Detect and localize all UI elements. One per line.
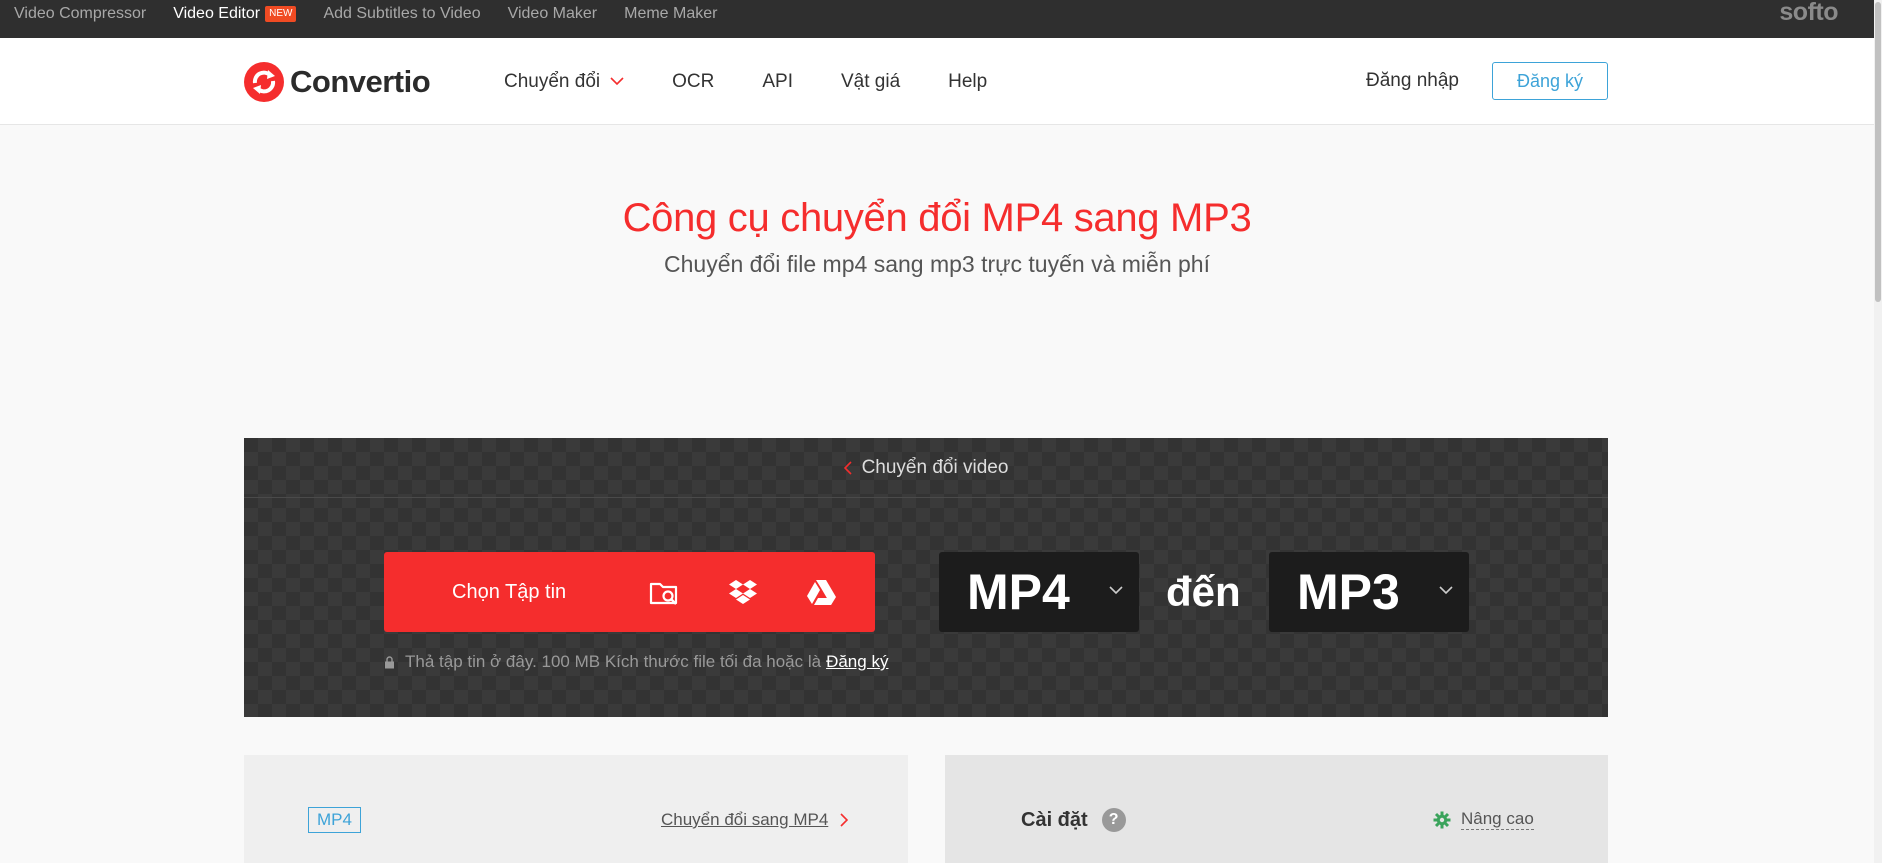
convertio-logo[interactable]: Convertio	[244, 62, 431, 102]
scrollbar-thumb[interactable]	[1875, 2, 1881, 302]
softo-topbar: Video Compressor Video Editor NEW Add Sub…	[0, 0, 1882, 38]
from-format-select[interactable]: MP4	[939, 552, 1139, 632]
choose-files-label: Chọn Tập tin	[452, 580, 567, 603]
chevron-right-icon	[840, 813, 849, 827]
chevron-down-icon	[1109, 586, 1123, 595]
nav-item-convert[interactable]: Chuyển đổi	[504, 71, 624, 93]
to-word: đến	[1166, 568, 1241, 615]
to-format-select[interactable]: MP3	[1269, 552, 1469, 632]
settings-title: Cài đặt ?	[1021, 808, 1126, 832]
topbar-link-video-compressor[interactable]: Video Compressor	[14, 5, 146, 23]
advanced-settings-link[interactable]: Nâng cao	[1433, 809, 1534, 830]
logo-text: Convertio	[290, 64, 431, 99]
settings-panel: Cài đặt ? Nâng cao	[945, 755, 1608, 863]
nav-item-ocr[interactable]: OCR	[672, 71, 714, 93]
signup-button[interactable]: Đăng ký	[1492, 62, 1608, 100]
converter-box: Chuyển đổi video Chọn Tập tin Thả tập ti…	[244, 438, 1608, 717]
softo-links: Video Compressor Video Editor NEW Add Sub…	[14, 0, 744, 28]
help-icon[interactable]: ?	[1101, 808, 1126, 832]
chevron-down-icon	[1439, 586, 1453, 595]
to-format-value: MP3	[1297, 564, 1400, 620]
login-link[interactable]: Đăng nhập	[1366, 70, 1459, 92]
softo-logo[interactable]: softo	[1779, 0, 1838, 27]
drop-note: Thả tập tin ở đây. 100 MB Kích thước fil…	[384, 652, 888, 672]
topbar-link-video-maker[interactable]: Video Maker	[508, 5, 598, 23]
page-title: Công cụ chuyển đổi MP4 sang MP3	[622, 196, 1252, 240]
folder-search-icon[interactable]	[648, 576, 680, 608]
converter-header: Chuyển đổi video	[244, 438, 1608, 498]
back-to-video-converter-link[interactable]: Chuyển đổi video	[843, 457, 1008, 479]
dropbox-icon[interactable]	[727, 576, 759, 608]
from-format-value: MP4	[967, 564, 1070, 620]
new-badge: NEW	[265, 6, 297, 22]
format-info-panel: MP4 Chuyển đổi sang MP4	[244, 755, 908, 863]
page-scrollbar[interactable]	[1874, 0, 1882, 863]
main-nav: Chuyển đổi OCR API Vật giá Help	[504, 38, 1035, 125]
lock-icon	[385, 655, 394, 668]
nav-item-help[interactable]: Help	[948, 71, 987, 93]
format-tag: MP4	[308, 807, 361, 833]
topbar-link-add-subtitles[interactable]: Add Subtitles to Video	[323, 5, 480, 23]
chevron-left-icon	[843, 460, 852, 475]
gear-icon	[1433, 811, 1451, 828]
choose-files-button[interactable]: Chọn Tập tin	[384, 552, 875, 632]
google-drive-icon[interactable]	[805, 576, 837, 608]
page-subtitle: Chuyển đổi file mp4 sang mp3 trực tuyến …	[664, 251, 1210, 277]
convert-to-mp4-link[interactable]: Chuyển đổi sang MP4	[661, 810, 849, 830]
topbar-link-video-editor[interactable]: Video Editor NEW	[173, 5, 297, 23]
chevron-down-icon	[610, 77, 624, 86]
convertio-logo-icon	[244, 62, 284, 102]
topbar-link-meme-maker[interactable]: Meme Maker	[624, 5, 717, 23]
drop-note-signup-link[interactable]: Đăng ký	[826, 652, 888, 672]
site-header: Convertio Chuyển đổi OCR API Vật giá Hel…	[0, 38, 1874, 125]
nav-item-api[interactable]: API	[762, 71, 793, 93]
nav-item-pricing[interactable]: Vật giá	[841, 71, 900, 93]
